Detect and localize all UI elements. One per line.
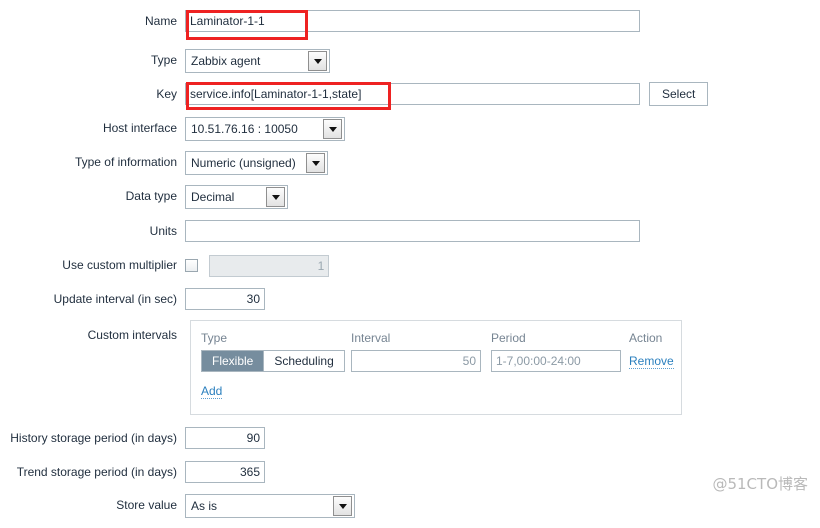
custom-intervals-panel: Type Interval Period Action Flexible Sch… (190, 320, 682, 415)
field-type-of-information: Numeric (unsigned) (185, 151, 328, 175)
form-row-key: Key Select (0, 82, 820, 117)
type-select[interactable]: Zabbix agent (185, 49, 330, 73)
data-type-select-value: Decimal (191, 190, 235, 204)
label-key: Key (156, 87, 177, 101)
form-row-history-storage-period: History storage period (in days) (0, 427, 820, 461)
label-type-of-information: Type of information (74, 155, 177, 169)
chevron-down-icon[interactable] (266, 187, 285, 207)
field-store-value: As is (185, 494, 355, 518)
name-input[interactable] (185, 10, 640, 32)
label-update-interval: Update interval (in sec) (53, 292, 177, 306)
form-row-host-interface: Host interface 10.51.76.16 : 10050 (0, 117, 820, 151)
custom-interval-interval-input[interactable] (351, 350, 481, 372)
key-select-button[interactable]: Select (649, 82, 709, 106)
chevron-down-icon[interactable] (333, 496, 352, 516)
field-type: Zabbix agent (185, 49, 330, 73)
key-input[interactable] (185, 83, 640, 105)
chevron-down-icon[interactable] (308, 51, 327, 71)
field-data-type: Decimal (185, 185, 288, 209)
trend-storage-period-input[interactable] (185, 461, 265, 483)
custom-interval-period-input[interactable] (491, 350, 621, 372)
chevron-down-icon[interactable] (306, 153, 325, 173)
label-use-custom-multiplier: Use custom multiplier (62, 258, 177, 272)
form-row-store-value: Store value As is (0, 494, 820, 528)
form-row-use-custom-multiplier: Use custom multiplier (0, 254, 820, 288)
host-interface-select-value: 10.51.76.16 : 10050 (191, 122, 298, 136)
field-name (185, 10, 640, 32)
label-data-type: Data type (125, 189, 177, 203)
form-row-type: Type Zabbix agent (0, 49, 820, 83)
label-trend-storage-period: Trend storage period (in days) (16, 465, 177, 479)
label-store-value: Store value (116, 498, 177, 512)
form-row-trend-storage-period: Trend storage period (in days) (0, 461, 820, 495)
custom-intervals-header-period: Period (491, 331, 526, 345)
form-row-update-interval: Update interval (in sec) (0, 288, 820, 322)
label-units: Units (149, 224, 177, 238)
custom-interval-add-link[interactable]: Add (201, 384, 223, 399)
label-history-storage-period: History storage period (in days) (10, 431, 177, 445)
type-of-information-select[interactable]: Numeric (unsigned) (185, 151, 328, 175)
store-value-select[interactable]: As is (185, 494, 355, 518)
form-row-units: Units (0, 220, 820, 254)
form-row-data-type: Data type Decimal (0, 185, 820, 219)
custom-intervals-header-action: Action (629, 331, 663, 345)
field-units (185, 220, 640, 242)
field-update-interval (185, 288, 265, 310)
history-storage-period-input[interactable] (185, 427, 265, 449)
custom-interval-remove-link[interactable]: Remove (629, 354, 674, 369)
custom-interval-type-flexible[interactable]: Flexible (202, 351, 264, 371)
label-type: Type (150, 53, 177, 67)
chevron-down-icon[interactable] (323, 119, 342, 139)
checkbox-unchecked-icon[interactable] (185, 259, 198, 272)
type-of-information-select-value: Numeric (unsigned) (191, 156, 296, 170)
watermark: @51CTO博客 (712, 475, 808, 493)
host-interface-select[interactable]: 10.51.76.16 : 10050 (185, 117, 345, 141)
field-history-storage-period (185, 427, 265, 449)
store-value-select-value: As is (191, 499, 218, 513)
type-select-value: Zabbix agent (191, 54, 261, 68)
item-configuration-form: Name Type Zabbix agent Key Select Host i… (0, 0, 820, 518)
data-type-select[interactable]: Decimal (185, 185, 288, 209)
form-row-type-of-information: Type of information Numeric (unsigned) (0, 151, 820, 185)
update-interval-input[interactable] (185, 288, 265, 310)
custom-intervals-header-interval: Interval (351, 331, 391, 345)
form-row-name: Name (0, 10, 820, 44)
custom-intervals-header-type: Type (201, 331, 228, 345)
field-trend-storage-period (185, 461, 265, 483)
label-name: Name (144, 14, 177, 28)
field-host-interface: 10.51.76.16 : 10050 (185, 117, 345, 141)
label-host-interface: Host interface (102, 121, 177, 135)
custom-interval-type-toggle[interactable]: Flexible Scheduling (201, 350, 345, 372)
units-input[interactable] (185, 220, 640, 242)
custom-interval-type-scheduling[interactable]: Scheduling (263, 351, 344, 371)
field-key: Select (185, 82, 709, 106)
label-custom-intervals: Custom intervals (87, 328, 177, 342)
custom-multiplier-input (209, 255, 330, 277)
field-use-custom-multiplier (185, 254, 330, 277)
